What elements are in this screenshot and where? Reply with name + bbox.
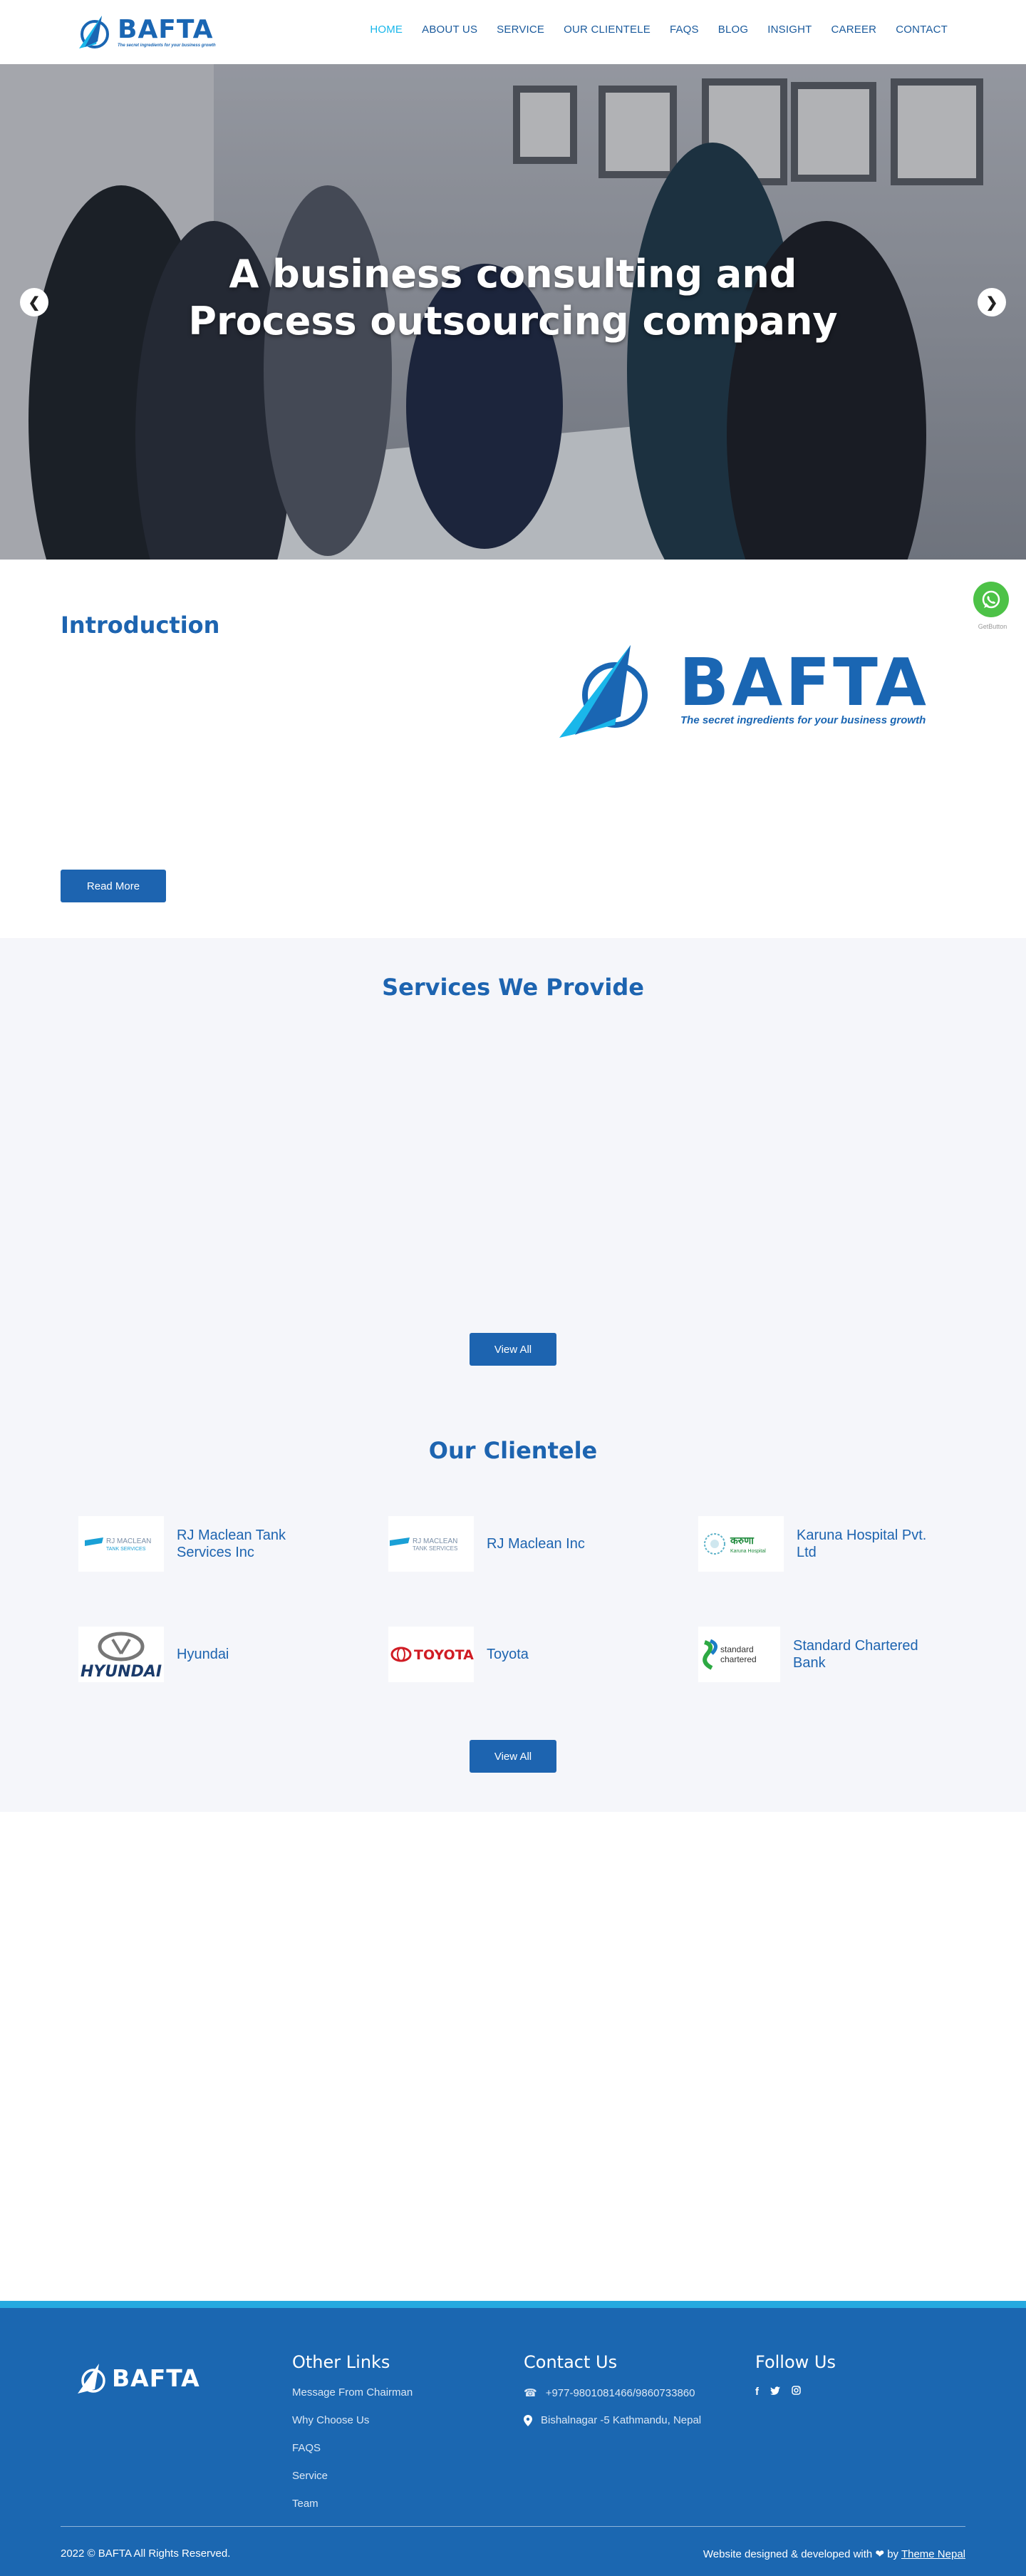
footer-address-text: Bishalnagar -5 Kathmandu, Nepal	[541, 2414, 702, 2426]
follow-us-title: Follow Us	[755, 2352, 836, 2372]
main-nav: HOME ABOUT US SERVICE OUR CLIENTELE FAQS…	[370, 24, 948, 36]
logo-tagline: The secret ingredients for your business…	[118, 43, 216, 48]
footer-link-team[interactable]: Team	[292, 2498, 318, 2510]
client-card[interactable]: standard chartered Standard Chartered Ba…	[698, 1627, 946, 1682]
nav-blog[interactable]: BLOG	[718, 24, 748, 36]
hero-title-line-1: A business consulting and	[229, 252, 797, 297]
instagram-icon[interactable]	[792, 2386, 801, 2398]
footer-link-service[interactable]: Service	[292, 2470, 328, 2482]
client-logo: TOYOTA	[388, 1627, 474, 1682]
client-card[interactable]: RJ MACLEAN TANK SERVICES RJ Maclean Inc	[388, 1516, 622, 1572]
footer-logo[interactable]: BAFTA	[75, 2361, 210, 2395]
client-card[interactable]: TOYOTA Toyota	[388, 1627, 622, 1682]
svg-text:Karuna Hospital: Karuna Hospital	[730, 1549, 766, 1554]
svg-text:chartered: chartered	[720, 1654, 757, 1664]
intro-logo-tagline: The secret ingredients for your business…	[680, 714, 926, 726]
client-name: Hyundai	[177, 1647, 229, 1662]
theme-nepal-link[interactable]: Theme Nepal	[901, 2548, 965, 2560]
clientele-view-all-button[interactable]: View All	[470, 1740, 556, 1773]
svg-text:standard: standard	[720, 1644, 754, 1654]
footer-link-message-from-chairman[interactable]: Message From Chairman	[292, 2386, 413, 2399]
nav-insight[interactable]: INSIGHT	[767, 24, 812, 36]
getbutton-label: GetButton	[978, 623, 1007, 630]
client-name: RJ Maclean Tank Services Inc	[177, 1527, 286, 1560]
copyright-text: 2022 © BAFTA All Rights Reserved.	[61, 2547, 231, 2560]
svg-text:HYUNDAI: HYUNDAI	[81, 1663, 162, 1681]
credit-by: by	[887, 2548, 899, 2560]
client-name: Karuna Hospital Pvt. Ltd	[797, 1527, 927, 1560]
site-footer: BAFTA Other Links Message From Chairman …	[0, 2301, 1026, 2576]
whatsapp-icon	[982, 590, 1000, 609]
nav-service[interactable]: SERVICE	[497, 24, 544, 36]
client-card[interactable]: करुणा Karuna Hospital Karuna Hospital Pv…	[698, 1516, 932, 1572]
client-logo: RJ MACLEAN TANK SERVICES	[388, 1516, 474, 1572]
credit-prefix: Website designed & developed with	[703, 2548, 873, 2560]
footer-divider	[61, 2526, 965, 2527]
footer-link-faqs[interactable]: FAQS	[292, 2442, 321, 2454]
map-marker-icon	[524, 2414, 532, 2426]
nav-contact[interactable]: CONTACT	[896, 24, 948, 36]
clientele-title: Our Clientele	[428, 1437, 598, 1464]
client-name: Toyota	[487, 1647, 529, 1662]
footer-phone-text: +977-9801081466/9860733860	[545, 2386, 695, 2399]
bafta-logo-mark-icon	[79, 16, 109, 48]
svg-text:TOYOTA: TOYOTA	[414, 1647, 474, 1663]
svg-text:TANK SERVICES: TANK SERVICES	[413, 1545, 457, 1552]
logo-wordmark: BAFTA	[118, 15, 214, 44]
intro-bafta-logo: BAFTA The secret ingredients for your bu…	[559, 644, 930, 741]
hero-slider: A business consulting and Process outsou…	[0, 64, 1026, 560]
slider-prev-button[interactable]: ❮	[20, 288, 48, 316]
svg-text:RJ MACLEAN: RJ MACLEAN	[106, 1537, 151, 1545]
client-logo: करुणा Karuna Hospital	[698, 1516, 784, 1572]
client-name: Standard Chartered Bank	[793, 1638, 918, 1671]
services-clientele-section: Services We Provide View All Our Cliente…	[0, 938, 1026, 1812]
other-links-title: Other Links	[292, 2352, 390, 2372]
client-logo: RJ MACLEAN TANK SERVICES	[78, 1516, 164, 1572]
nav-about-us[interactable]: ABOUT US	[422, 24, 477, 36]
footer-logo-word: BAFTA	[112, 2364, 200, 2392]
footer-address: Bishalnagar -5 Kathmandu, Nepal	[524, 2414, 701, 2426]
heart-icon: ❤	[875, 2548, 885, 2560]
social-links: f	[755, 2386, 801, 2398]
nav-faqs[interactable]: FAQS	[670, 24, 699, 36]
footer-link-why-choose-us[interactable]: Why Choose Us	[292, 2414, 369, 2426]
credit-text: Website designed & developed with ❤ by T…	[703, 2547, 965, 2560]
site-logo[interactable]: BAFTA The secret ingredients for your bu…	[75, 13, 224, 51]
svg-text:RJ MACLEAN: RJ MACLEAN	[413, 1537, 457, 1545]
facebook-icon[interactable]: f	[755, 2386, 759, 2398]
client-card[interactable]: HYUNDAI Hyundai	[78, 1627, 312, 1682]
nav-our-clientele[interactable]: OUR CLIENTELE	[564, 24, 651, 36]
services-title: Services We Provide	[382, 974, 644, 1001]
intro-logo-word: BAFTA	[679, 645, 929, 721]
footer-phone[interactable]: ☎ +977-9801081466/9860733860	[524, 2386, 695, 2400]
nav-home[interactable]: HOME	[370, 24, 403, 36]
chevron-left-icon: ❮	[28, 294, 41, 311]
slider-next-button[interactable]: ❯	[978, 288, 1006, 316]
client-name: RJ Maclean Inc	[487, 1536, 585, 1552]
contact-us-title: Contact Us	[524, 2352, 618, 2372]
chevron-right-icon: ❯	[985, 294, 998, 311]
nav-career[interactable]: CAREER	[831, 24, 876, 36]
client-logo: standard chartered	[698, 1627, 780, 1682]
svg-text:करुणा: करुणा	[730, 1535, 755, 1547]
hero-title-line-2: Process outsourcing company	[188, 299, 838, 344]
site-header: BAFTA The secret ingredients for your bu…	[0, 0, 1026, 64]
bafta-logo-large-icon: BAFTA The secret ingredients for your bu…	[559, 644, 929, 738]
phone-icon: ☎	[524, 2387, 537, 2399]
client-card[interactable]: RJ MACLEAN TANK SERVICES RJ Maclean Tank…	[78, 1516, 312, 1572]
twitter-icon[interactable]	[770, 2386, 780, 2398]
read-more-button[interactable]: Read More	[61, 870, 166, 902]
bafta-logo-white-icon	[78, 2364, 105, 2394]
svg-text:TANK SERVICES: TANK SERVICES	[106, 1547, 146, 1552]
services-view-all-button[interactable]: View All	[470, 1333, 556, 1366]
whatsapp-button[interactable]	[973, 582, 1009, 617]
hero-title: A business consulting and Process outsou…	[0, 251, 1026, 345]
client-logo: HYUNDAI	[78, 1627, 164, 1682]
intro-title: Introduction	[61, 612, 220, 639]
